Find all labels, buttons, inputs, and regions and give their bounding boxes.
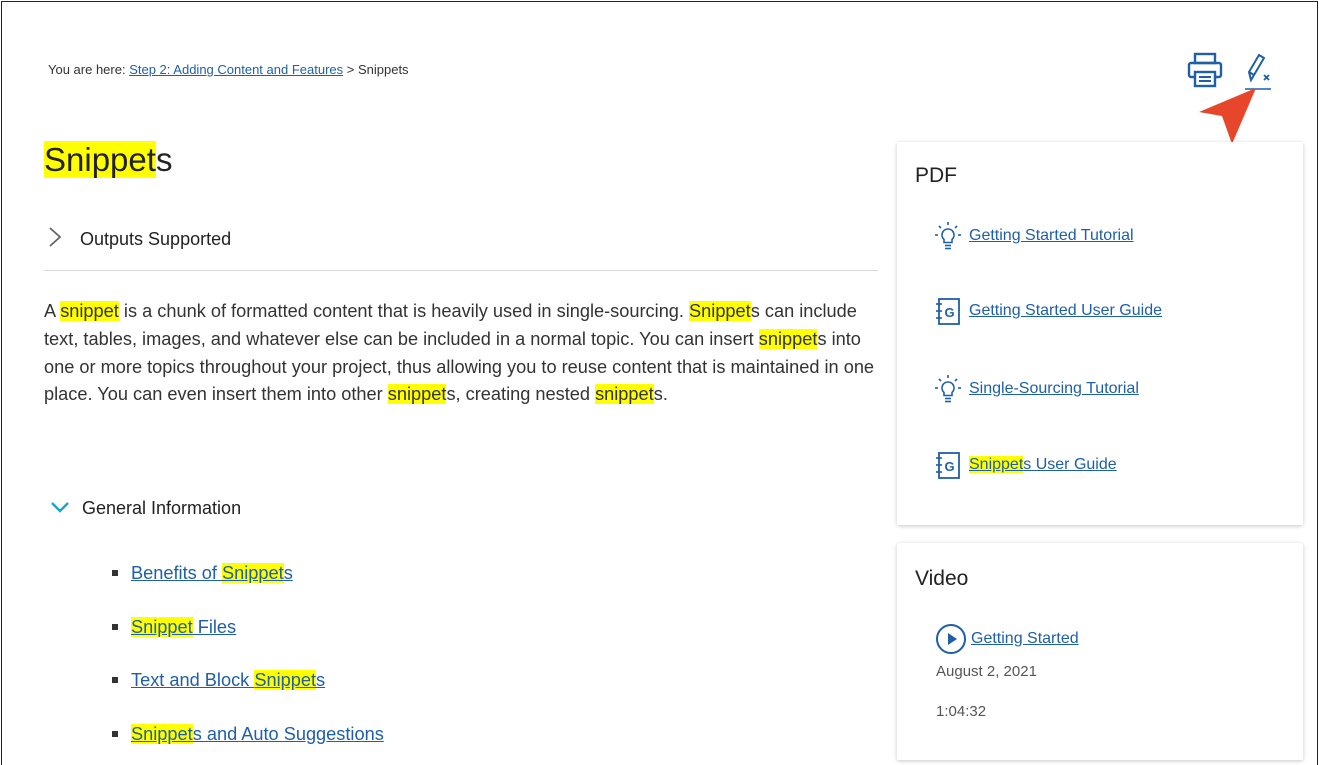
pdf-link-getting-started-tutorial[interactable]: Getting Started Tutorial (969, 227, 1134, 245)
search-highlight: Snippet (131, 723, 193, 744)
outputs-supported-label: Outputs Supported (80, 229, 232, 249)
link-text: s (283, 563, 293, 583)
bullet-icon (112, 623, 118, 630)
search-highlight: snippet (387, 384, 447, 405)
lightbulb-icon (933, 220, 963, 252)
link-text: Getting Started Tutorial (969, 227, 1134, 244)
link-text: s and Auto Suggestions (192, 723, 384, 744)
link-text: Benefits of (131, 563, 222, 583)
video-date: August 2, 2021 (936, 663, 1037, 680)
general-information-list: Benefits of Snippets Snippet Files Text … (112, 560, 384, 765)
breadcrumb-prefix: You are here: (48, 62, 130, 77)
breadcrumb-link-step2[interactable]: Step 2: Adding Content and Features (129, 62, 343, 77)
pdf-heading: PDF (915, 164, 957, 187)
list-item: Snippet Files (112, 614, 384, 668)
link-text: Files (192, 616, 237, 637)
search-highlight: Snippet (969, 456, 1024, 473)
breadcrumb-separator: > (343, 62, 358, 77)
general-information-dropdown[interactable]: General Information (50, 498, 241, 519)
video-duration: 1:04:32 (936, 703, 987, 720)
link-text-and-block-snippets[interactable]: Text and Block Snippets (131, 670, 325, 690)
link-snippets-and-auto-suggestions[interactable]: Snippets and Auto Suggestions (131, 723, 384, 744)
chevron-right-icon (48, 226, 80, 253)
bullet-icon (112, 677, 118, 683)
list-item: Benefits of Snippets (112, 560, 384, 614)
link-text: Text and Block (131, 670, 255, 690)
search-highlight: snippet (60, 301, 119, 321)
page-title: Snippets (44, 140, 172, 180)
pdf-link-getting-started-user-guide[interactable]: Getting Started User Guide (969, 302, 1162, 320)
search-highlight: Snippet (131, 616, 193, 637)
link-benefits-of-snippets[interactable]: Benefits of Snippets (131, 563, 293, 583)
search-highlight: snippet (758, 328, 818, 349)
link-text: Single-Sourcing Tutorial (969, 380, 1139, 397)
pdf-item: G Getting Started User Guide (933, 295, 1162, 327)
svg-text:G: G (944, 459, 954, 474)
outputs-supported-dropdown[interactable]: Outputs Supported (48, 226, 231, 253)
intro-text: s, creating nested (446, 384, 596, 405)
guide-book-icon: G (933, 449, 963, 481)
bullet-icon (112, 570, 118, 576)
title-highlight: Snippet (44, 141, 156, 178)
pdf-link-snippets-user-guide[interactable]: Snippets User Guide (969, 456, 1117, 474)
bullet-icon (112, 730, 118, 737)
link-snippet-files[interactable]: Snippet Files (131, 616, 237, 637)
search-highlight: Snippet (254, 670, 317, 690)
search-highlight: Snippet (689, 301, 751, 321)
video-heading: Video (915, 567, 969, 590)
svg-text:G: G (944, 305, 954, 320)
video-link-getting-started[interactable]: Getting Started (971, 630, 1079, 648)
play-circle-icon[interactable] (935, 623, 967, 655)
pdf-item: Single-Sourcing Tutorial (933, 373, 1139, 405)
pdf-item: G Snippets User Guide (933, 449, 1117, 481)
video-item: Getting Started (935, 623, 1079, 655)
pdf-link-single-sourcing-tutorial[interactable]: Single-Sourcing Tutorial (969, 380, 1139, 398)
search-highlight: snippet (595, 384, 654, 405)
list-item: Text and Block Snippets (112, 667, 384, 721)
intro-paragraph: A snippet is a chunk of formatted conten… (44, 298, 884, 409)
divider (44, 270, 878, 271)
title-rest: s (155, 141, 173, 178)
intro-text: A (44, 301, 61, 321)
pointer-arrow-icon (1198, 84, 1260, 151)
general-information-label: General Information (82, 498, 242, 518)
link-text: s User Guide (1023, 456, 1117, 473)
link-text: Getting Started User Guide (969, 302, 1162, 319)
pdf-item: Getting Started Tutorial (933, 220, 1134, 252)
video-resources-card: Video Getting Started August 2, 2021 1:0… (897, 543, 1303, 760)
link-text: s (316, 670, 326, 690)
pdf-resources-card: PDF Getting Started Tutorial G Getting S… (897, 142, 1303, 525)
chevron-down-icon (50, 498, 82, 519)
search-highlight: Snippet (222, 563, 284, 583)
lightbulb-icon (933, 373, 963, 405)
breadcrumb: You are here: Step 2: Adding Content and… (48, 62, 409, 77)
list-item: Snippets and Auto Suggestions (112, 721, 384, 765)
intro-text: is a chunk of formatted content that is … (118, 301, 690, 321)
intro-text: s. (653, 384, 668, 405)
guide-book-icon: G (933, 295, 963, 327)
breadcrumb-current: Snippets (357, 62, 409, 77)
